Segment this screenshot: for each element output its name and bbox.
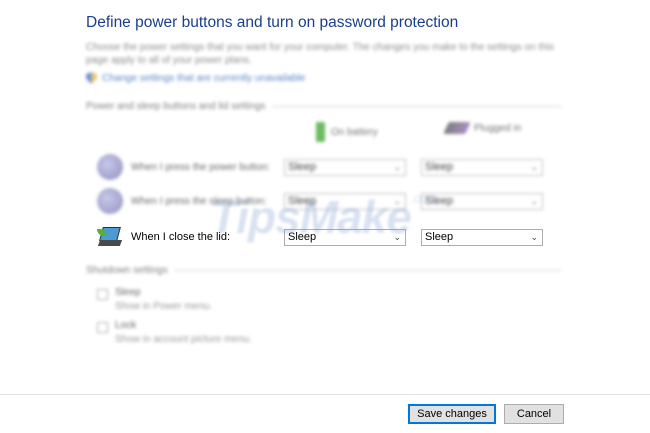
shutdown-item-sleep[interactable]: Sleep Show in Power menu. [97,287,212,312]
section-divider [271,106,562,107]
sleep-checkbox-sub: Show in Power menu. [115,301,213,312]
change-settings-link[interactable]: Change settings that are currently unava… [86,72,305,84]
lock-checkbox-sub: Show in account picture menu. [115,334,252,345]
sleep-button-icon [97,188,123,214]
shutdown-section-heading: Shutdown settings [86,265,562,276]
power-button-label: When I press the power button: [131,161,270,173]
power-section-heading: Power and sleep buttons and lid settings [86,101,562,112]
column-header-battery: On battery [316,122,378,142]
column-header-plugged: Plugged in [443,122,522,134]
select-value: Sleep [288,161,317,173]
watermark-text: TipsMake [210,191,412,243]
chevron-down-icon: ⌄ [530,162,538,172]
section-divider [173,270,562,271]
watermark: TipsMake.com [210,190,438,244]
cancel-button[interactable]: Cancel [504,404,564,424]
sleep-button-plugged-select[interactable]: Sleep ⌄ [421,193,543,210]
lid-plugged-select[interactable]: Sleep ⌄ [421,229,543,246]
chevron-down-icon: ⌄ [393,162,401,172]
column-header-battery-label: On battery [331,126,378,138]
shutdown-section-heading-label: Shutdown settings [86,265,168,276]
watermark-suffix: .com [410,190,438,206]
power-button-row: When I press the power button: [97,153,281,181]
sleep-checkbox[interactable] [97,289,108,300]
select-value: Sleep [425,161,454,173]
power-section-heading-label: Power and sleep buttons and lid settings [86,101,266,112]
lock-checkbox[interactable] [97,322,108,333]
save-changes-button[interactable]: Save changes [408,404,496,424]
column-header-plugged-label: Plugged in [474,122,522,134]
page-title: Define power buttons and turn on passwor… [86,14,459,31]
power-button-battery-select[interactable]: Sleep ⌄ [284,159,406,176]
shield-icon [86,72,97,84]
sleep-checkbox-label: Sleep [115,287,141,298]
plug-icon [443,122,471,134]
page-description: Choose the power settings that you want … [86,42,554,66]
battery-icon [316,122,325,142]
change-settings-link-label: Change settings that are currently unava… [102,72,306,84]
lock-checkbox-label: Lock [115,320,137,331]
shutdown-item-lock[interactable]: Lock Show in account picture menu. [97,320,252,345]
power-button-icon [97,154,123,180]
chevron-down-icon: ⌄ [530,196,538,206]
power-button-plugged-select[interactable]: Sleep ⌄ [421,159,543,176]
footer-divider [0,394,650,395]
chevron-down-icon: ⌄ [530,232,538,242]
laptop-lid-icon [97,226,123,248]
